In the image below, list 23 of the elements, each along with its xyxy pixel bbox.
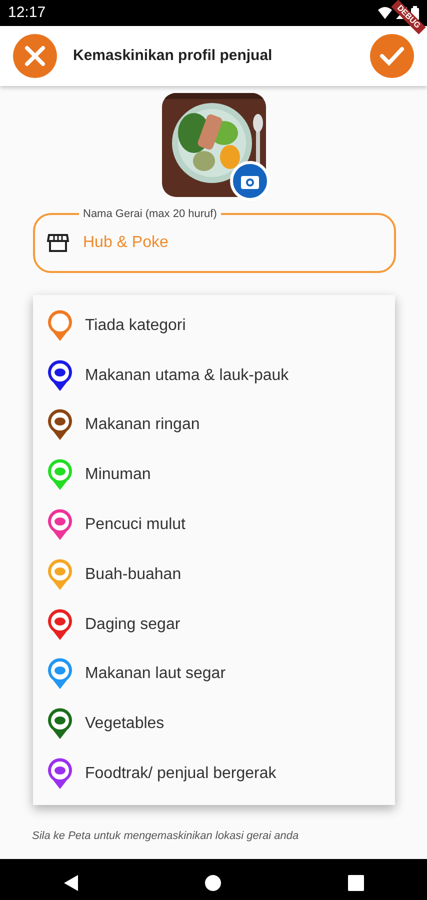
menu-item[interactable]: Minuman (33, 450, 395, 500)
close-button[interactable] (13, 34, 57, 78)
store-icon (47, 233, 69, 253)
menu-item[interactable]: Foodtrak/ penjual bergerak (33, 749, 395, 799)
recents-icon[interactable] (348, 875, 364, 891)
wifi-icon (378, 7, 392, 19)
menu-item[interactable]: Tiada kategori (33, 301, 395, 351)
menu-item[interactable]: Buah-buahan (33, 550, 395, 600)
menu-item[interactable]: Daging segar (33, 600, 395, 650)
field-label: Nama Gerai (max 20 huruf) (79, 206, 221, 222)
menu-item[interactable]: Makanan ringan (33, 400, 395, 450)
menu-item[interactable]: Vegetables (33, 699, 395, 750)
home-icon[interactable] (205, 875, 222, 891)
menu-item[interactable]: Makanan utama & lauk-pauk (33, 350, 395, 401)
hint-text: Sila ke Peta untuk mengemaskinikan lokasi gerai anda (32, 829, 299, 844)
menu-item[interactable]: Makanan laut segar (33, 650, 395, 700)
app-bar-title: Kemaskinikan profil penjual (73, 46, 274, 66)
status-time: 12:17 (8, 2, 46, 23)
close-icon (24, 45, 46, 67)
menu-item[interactable]: Pencuci mulut (33, 500, 395, 550)
check-icon (379, 45, 405, 67)
back-icon[interactable] (63, 874, 80, 892)
confirm-button[interactable] (370, 34, 414, 78)
